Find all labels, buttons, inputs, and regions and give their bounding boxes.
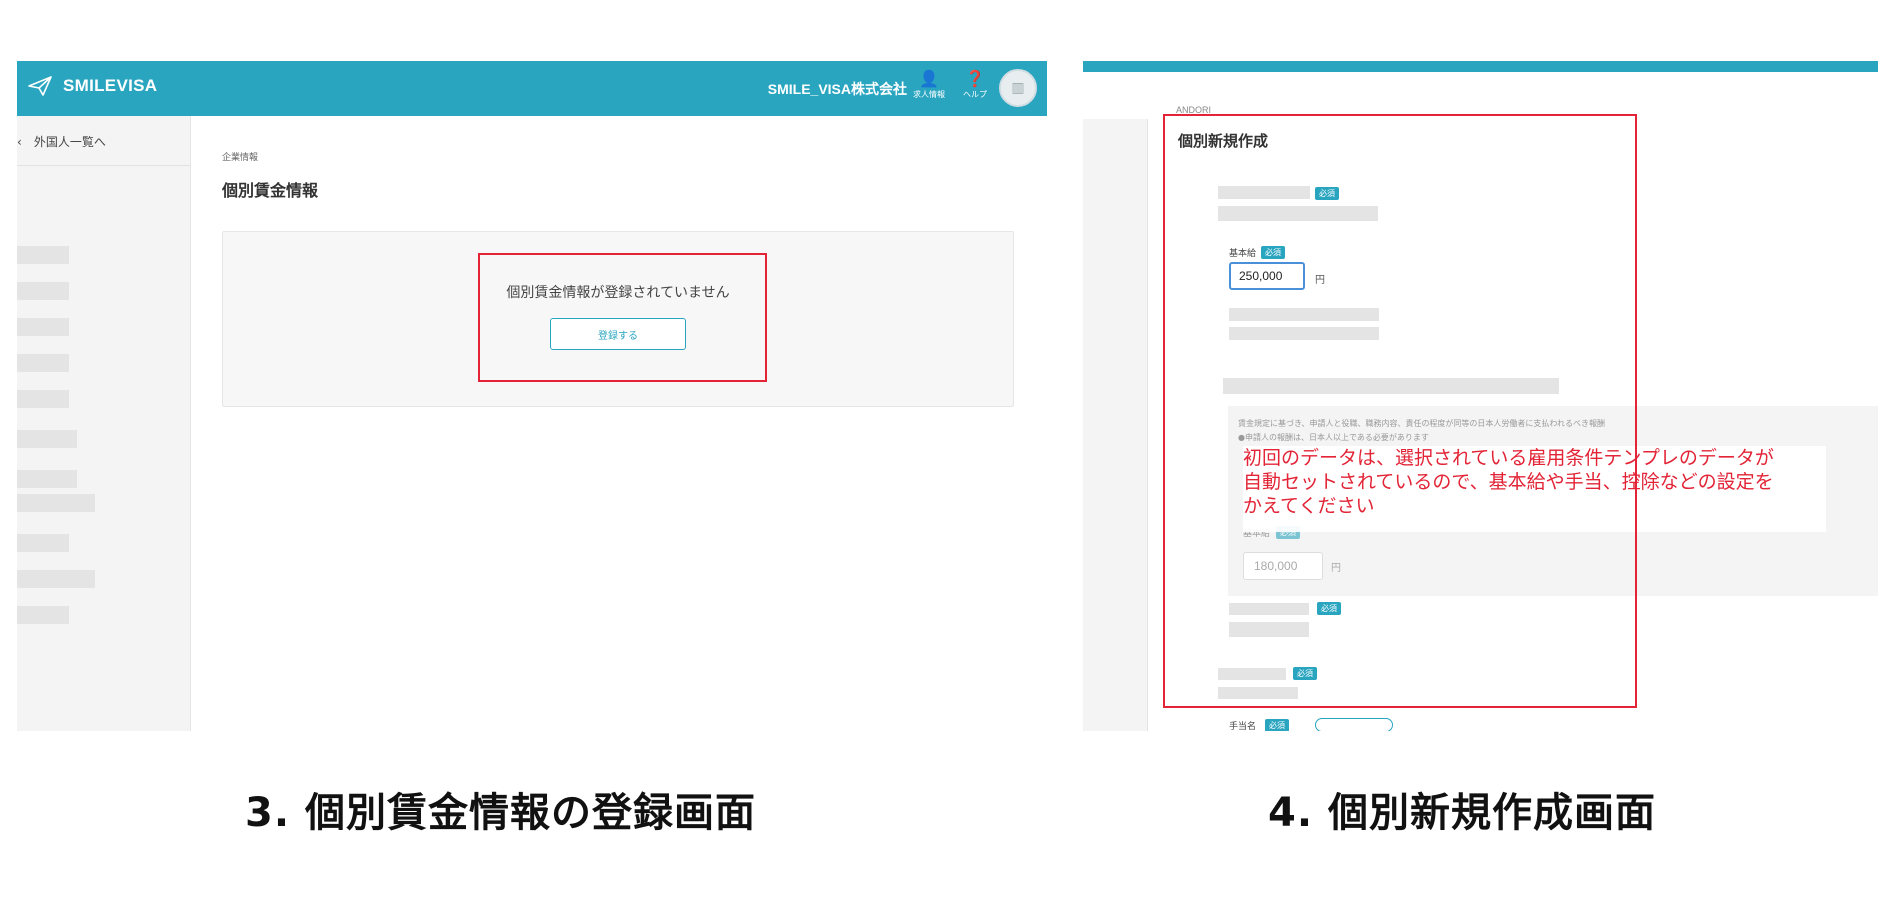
sidebar-placeholder (17, 390, 69, 408)
help-button[interactable]: ❓ ヘルプ (955, 69, 995, 109)
sidebar-placeholder (17, 570, 95, 588)
brand-name: SMILEVISA (63, 76, 158, 95)
left-caption: 3. 個別賃金情報の登録画面 (245, 790, 756, 836)
right-caption: 4. 個別新規作成画面 (1268, 790, 1656, 836)
sidebar-placeholder (17, 354, 69, 372)
back-link-label: 外国人一覧へ (33, 135, 106, 149)
job-info-icon: 👤 (919, 69, 939, 88)
avatar[interactable]: ▥ (999, 69, 1037, 107)
sidebar (1083, 119, 1148, 731)
sidebar-placeholder (17, 318, 69, 336)
company-name: SMILE_VISA株式会社 (767, 81, 907, 97)
registration-screen-screenshot: SMILEVISA SMILE_VISA株式会社 👤 求人情報 ❓ ヘルプ ▥ … (17, 61, 1047, 731)
back-to-foreigner-list-link[interactable]: ‹ 外国人一覧へ (17, 133, 106, 150)
sidebar-placeholder (17, 606, 69, 624)
building-icon: ▥ (1011, 80, 1025, 96)
allowance-toggle[interactable] (1315, 718, 1393, 731)
job-info-label: 求人情報 (913, 90, 945, 99)
required-badge: 必須 (1265, 719, 1289, 731)
create-screen-screenshot: ANDORI 個別新規作成 必須 基本給 必須 250,000 円 賃金規定に基… (1083, 61, 1878, 731)
help-icon: ❓ (965, 69, 985, 88)
highlight-box (478, 253, 767, 382)
help-label: ヘルプ (963, 90, 987, 99)
job-info-button[interactable]: 👤 求人情報 (909, 69, 949, 109)
paper-plane-icon (28, 76, 52, 96)
allowance-label: 手当名 (1229, 722, 1257, 731)
sidebar-placeholder (17, 282, 69, 300)
sidebar-placeholder (17, 470, 77, 488)
app-header-bar (1083, 61, 1878, 72)
breadcrumb[interactable]: 企業情報 (222, 150, 258, 163)
app-header: SMILEVISA SMILE_VISA株式会社 👤 求人情報 ❓ ヘルプ ▥ (17, 61, 1047, 116)
sidebar-placeholder (17, 430, 77, 448)
sidebar-placeholder (17, 534, 69, 552)
highlight-box (1163, 114, 1637, 708)
sidebar-placeholder (17, 494, 95, 512)
sidebar-placeholder (17, 246, 69, 264)
sidebar-divider (17, 165, 190, 166)
chevron-left-icon: ‹ (17, 134, 22, 149)
sidebar (17, 116, 191, 731)
page-title: 個別賃金情報 (222, 181, 319, 200)
brand-logo[interactable]: SMILEVISA (27, 75, 157, 97)
